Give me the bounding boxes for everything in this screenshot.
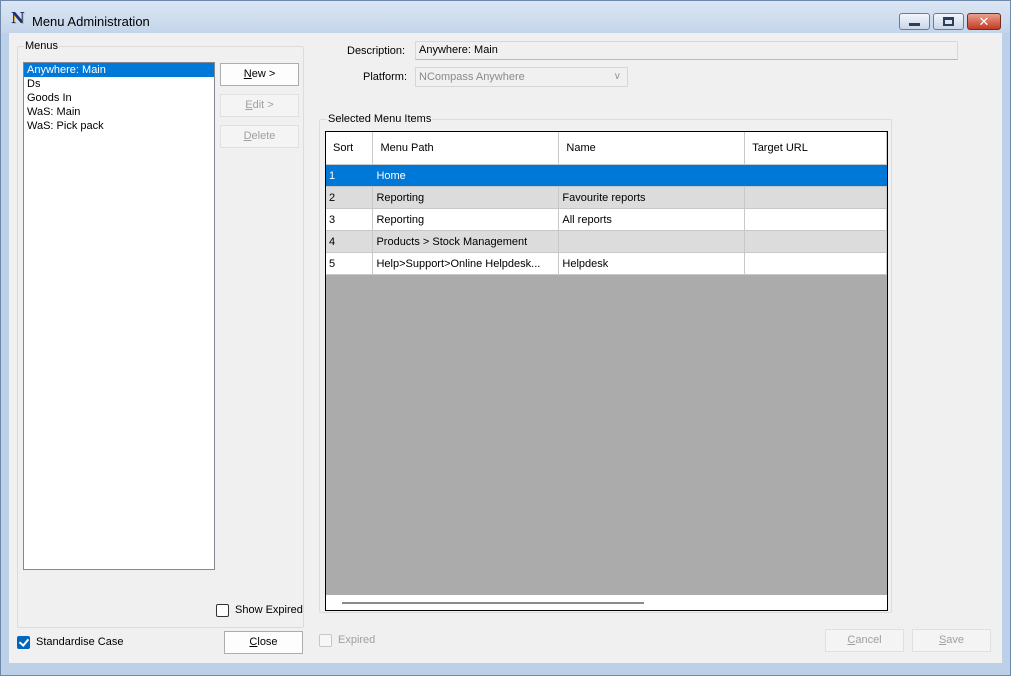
description-field[interactable]: Anywhere: Main: [415, 41, 958, 60]
column-header[interactable]: Name: [558, 132, 746, 165]
title-bar[interactable]: N Menu Administration ✕: [1, 1, 1010, 33]
grid-cell[interactable]: Products > Stock Management: [372, 230, 560, 253]
grid-cell[interactable]: [744, 164, 887, 187]
column-header[interactable]: Menu Path: [372, 132, 560, 165]
new-button[interactable]: New >: [220, 63, 299, 86]
menu-items-grid[interactable]: Sort Menu Path Name Target URL 1 Home 2 Report…: [325, 131, 888, 611]
table-row[interactable]: 3 Reporting All reports: [326, 208, 887, 231]
column-header[interactable]: Sort: [326, 132, 374, 165]
table-row[interactable]: 1 Home: [326, 164, 887, 187]
grid-cell[interactable]: Helpdesk: [558, 252, 746, 275]
minimize-icon: [909, 23, 920, 26]
expired-label: Expired: [338, 634, 376, 646]
show-expired-label: Show Expired: [235, 604, 303, 616]
grid-cell[interactable]: [744, 208, 887, 231]
grid-cell[interactable]: 4: [326, 230, 374, 253]
grid-header-row: Sort Menu Path Name Target URL: [326, 132, 887, 165]
delete-button[interactable]: Delete: [220, 125, 299, 148]
menu-administration-window: N Menu Administration ✕ Menus Anywhere: …: [0, 0, 1011, 676]
close-button[interactable]: Close: [224, 631, 303, 654]
grid-cell[interactable]: [744, 252, 887, 275]
grid-cell[interactable]: [558, 230, 746, 253]
column-header[interactable]: Target URL: [744, 132, 887, 165]
platform-label: Platform:: [363, 71, 408, 83]
list-item[interactable]: Goods In: [24, 91, 214, 105]
list-item[interactable]: Anywhere: Main: [24, 63, 214, 77]
grid-cell[interactable]: 1: [326, 164, 374, 187]
maximize-icon: [943, 17, 954, 26]
description-label: Description:: [347, 45, 406, 57]
list-item[interactable]: WaS: Pick pack: [24, 119, 214, 133]
menus-listbox[interactable]: Anywhere: Main Ds Goods In WaS: Main WaS: Pi…: [23, 62, 215, 570]
grid-cell[interactable]: 5: [326, 252, 374, 275]
grid-cell[interactable]: Reporting: [372, 208, 560, 231]
table-row[interactable]: 2 Reporting Favourite reports: [326, 186, 887, 209]
chevron-down-icon: ∨: [613, 71, 621, 82]
platform-dropdown[interactable]: NCompass Anywhere ∨: [415, 67, 628, 87]
grid-cell[interactable]: [744, 186, 887, 209]
show-expired-checkbox[interactable]: [216, 604, 229, 617]
close-window-button[interactable]: ✕: [967, 13, 1001, 30]
menu-items-table: Sort Menu Path Name Target URL 1 Home 2 Report…: [326, 132, 887, 275]
platform-value: NCompass Anywhere: [419, 71, 525, 83]
grid-cell[interactable]: [744, 230, 887, 253]
close-icon: ✕: [978, 14, 990, 29]
table-row[interactable]: 4 Products > Stock Management: [326, 230, 887, 253]
list-item[interactable]: Ds: [24, 77, 214, 91]
grid-cell[interactable]: 3: [326, 208, 374, 231]
grid-cell[interactable]: Home: [372, 164, 560, 187]
menus-group-label: Menus: [24, 40, 60, 52]
edit-button[interactable]: Edit >: [220, 94, 299, 117]
standardise-case-checkbox[interactable]: [17, 636, 30, 649]
grid-cell[interactable]: Reporting: [372, 186, 560, 209]
scrollbar-thumb[interactable]: [342, 602, 644, 604]
grid-cell[interactable]: [558, 164, 746, 187]
grid-cell[interactable]: All reports: [558, 208, 746, 231]
standardise-case-label: Standardise Case: [36, 636, 124, 648]
minimize-button[interactable]: [899, 13, 930, 30]
grid-cell[interactable]: 2: [326, 186, 374, 209]
window-title: Menu Administration: [32, 14, 150, 29]
selected-menu-items-label: Selected Menu Items: [327, 113, 433, 125]
grid-cell[interactable]: Favourite reports: [558, 186, 746, 209]
table-row[interactable]: 5 Help>Support>Online Helpdesk... Helpdesk: [326, 252, 887, 275]
expired-checkbox[interactable]: [319, 634, 332, 647]
list-item[interactable]: WaS: Main: [24, 105, 214, 119]
grid-cell[interactable]: Help>Support>Online Helpdesk...: [372, 252, 560, 275]
dialog-body: Menus Anywhere: Main Ds Goods In WaS: Main W…: [9, 33, 1002, 663]
cancel-button[interactable]: Cancel: [825, 629, 904, 652]
maximize-button[interactable]: [933, 13, 964, 30]
save-button[interactable]: Save: [912, 629, 991, 652]
app-logo-icon: N: [11, 9, 25, 27]
horizontal-scrollbar[interactable]: [326, 595, 887, 610]
